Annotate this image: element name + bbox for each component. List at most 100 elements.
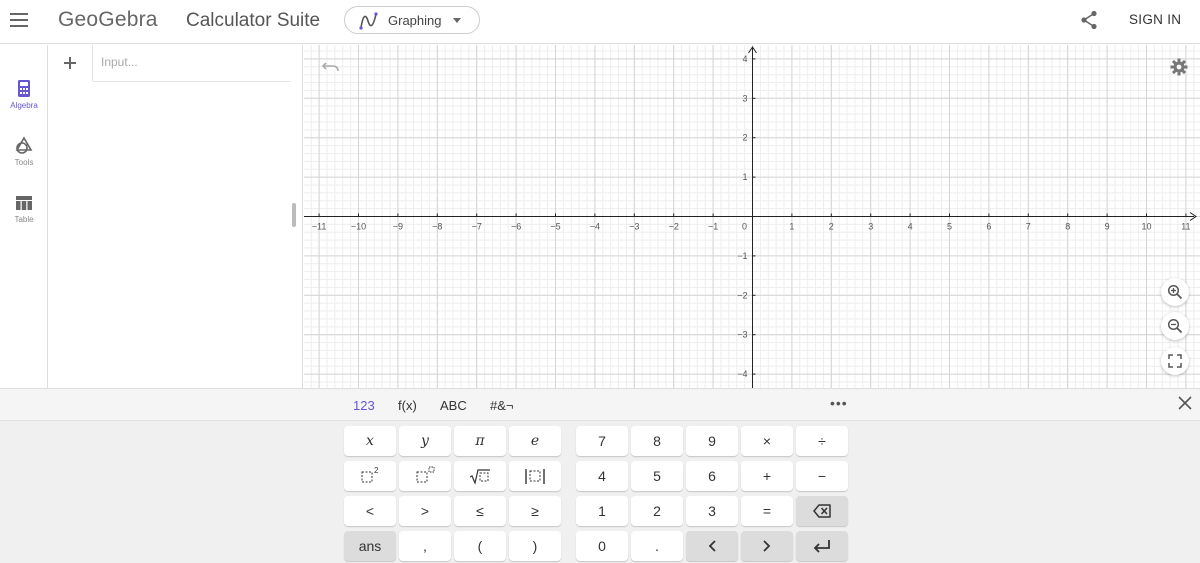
sidebar-item-table[interactable]: Table xyxy=(0,185,48,235)
key-y[interactable]: y xyxy=(399,426,451,456)
tools-icon xyxy=(15,136,33,154)
x-tick-label: 1 xyxy=(789,222,794,232)
sidebar-item-label: Table xyxy=(14,215,34,224)
square-icon: 2 xyxy=(361,466,379,483)
app-selector-button[interactable]: Graphing xyxy=(344,6,480,34)
abs-icon xyxy=(525,469,545,484)
fullscreen-button[interactable] xyxy=(1161,347,1189,375)
backspace-icon xyxy=(813,504,831,518)
key-5[interactable]: 5 xyxy=(631,461,683,491)
x-tick-label: −5 xyxy=(550,222,560,232)
left-rail: Algebra Tools Table xyxy=(0,45,48,388)
x-tick-label: −7 xyxy=(472,222,482,232)
x-tick-label: 2 xyxy=(829,222,834,232)
zoom-out-button[interactable] xyxy=(1161,312,1189,340)
plus-icon[interactable] xyxy=(49,45,93,81)
y-tick-label: 2 xyxy=(742,133,747,143)
zoom-in-button[interactable] xyxy=(1161,278,1189,306)
key-cursor-right[interactable] xyxy=(741,531,793,561)
zoom-in-icon xyxy=(1167,284,1183,300)
key-equals[interactable]: = xyxy=(741,496,793,526)
key-0[interactable]: 0 xyxy=(576,531,628,561)
keyboard-tab-bar: 123 f(x) ABC #&¬ ••• xyxy=(0,388,1200,421)
key-9[interactable]: 9 xyxy=(686,426,738,456)
chevron-left-icon xyxy=(708,540,716,552)
key-8[interactable]: 8 xyxy=(631,426,683,456)
y-tick-label: −4 xyxy=(737,369,747,379)
y-tick-label: −3 xyxy=(737,330,747,340)
sidebar-item-label: Tools xyxy=(14,158,34,167)
key-2[interactable]: 2 xyxy=(631,496,683,526)
key-multiply[interactable]: × xyxy=(741,426,793,456)
close-icon[interactable] xyxy=(1178,396,1192,410)
tab-symbols[interactable]: #&¬ xyxy=(490,398,514,413)
key-pi[interactable]: π xyxy=(454,426,506,456)
table-icon xyxy=(16,196,32,210)
gear-icon[interactable] xyxy=(1170,58,1188,76)
x-tick-label: −8 xyxy=(432,222,442,232)
key-plus[interactable]: + xyxy=(741,461,793,491)
key-greater-equal[interactable]: ≥ xyxy=(509,496,561,526)
sidebar-item-algebra[interactable]: Algebra xyxy=(0,71,48,121)
y-tick-label: 4 xyxy=(742,54,747,64)
key-6[interactable]: 6 xyxy=(686,461,738,491)
key-square[interactable]: 2 xyxy=(344,461,396,491)
undo-icon[interactable] xyxy=(322,59,340,73)
y-tick-label: −1 xyxy=(737,251,747,261)
power-icon xyxy=(416,466,435,483)
share-icon[interactable] xyxy=(1080,10,1098,30)
virtual-keyboard: x y π e 7 8 9 × ÷ 2 4 5 6 + − < > ≤ ≥ 1 … xyxy=(0,421,1200,563)
tab-123[interactable]: 123 xyxy=(353,398,375,413)
sidebar-item-label: Algebra xyxy=(10,101,38,110)
key-enter[interactable] xyxy=(796,531,848,561)
chevron-down-icon xyxy=(453,18,461,23)
key-divide[interactable]: ÷ xyxy=(796,426,848,456)
key-e[interactable]: e xyxy=(509,426,561,456)
algebra-input-row[interactable] xyxy=(93,45,291,82)
graphing-icon xyxy=(359,12,378,30)
key-ans[interactable]: ans xyxy=(344,531,396,561)
key-less-equal[interactable]: ≤ xyxy=(454,496,506,526)
key-comma[interactable]: , xyxy=(399,531,451,561)
key-x[interactable]: x xyxy=(344,426,396,456)
geogebra-logo[interactable]: GeoGebra xyxy=(58,8,158,32)
y-tick-label: 3 xyxy=(742,93,747,103)
key-less-than[interactable]: < xyxy=(344,496,396,526)
key-3[interactable]: 3 xyxy=(686,496,738,526)
x-tick-label: −9 xyxy=(393,222,403,232)
sign-in-button[interactable]: SIGN IN xyxy=(1129,12,1181,27)
key-backspace[interactable] xyxy=(796,496,848,526)
tab-abc[interactable]: ABC xyxy=(440,398,467,413)
tab-functions[interactable]: f(x) xyxy=(398,398,417,413)
coordinate-grid[interactable]: −11 −10 −9 −8 −7 −6 −5 −4 −3 −2 −1 0 1 2 3 4 5 6 7 8 9 10 1143… xyxy=(304,45,1200,388)
key-7[interactable]: 7 xyxy=(576,426,628,456)
more-keys-button[interactable]: ••• xyxy=(830,395,848,411)
x-tick-label: 6 xyxy=(986,222,991,232)
algebra-input[interactable] xyxy=(101,55,281,69)
y-tick-label: 1 xyxy=(742,172,747,182)
hamburger-icon[interactable] xyxy=(10,12,28,28)
key-abs[interactable] xyxy=(509,461,561,491)
key-close-paren[interactable]: ) xyxy=(509,531,561,561)
x-tick-label: 8 xyxy=(1065,222,1070,232)
key-sqrt[interactable] xyxy=(454,461,506,491)
panel-resize-handle[interactable] xyxy=(292,203,296,227)
x-tick-label: 5 xyxy=(947,222,952,232)
key-open-paren[interactable]: ( xyxy=(454,531,506,561)
key-4[interactable]: 4 xyxy=(576,461,628,491)
graphics-view[interactable]: −11 −10 −9 −8 −7 −6 −5 −4 −3 −2 −1 0 1 2 3 4 5 6 7 8 9 10 11 4 3… xyxy=(304,45,1200,388)
app-title: Calculator Suite xyxy=(186,10,321,31)
x-tick-label: 7 xyxy=(1026,222,1031,232)
key-greater-than[interactable]: > xyxy=(399,496,451,526)
calculator-icon xyxy=(18,80,30,97)
x-tick-label: 3 xyxy=(868,222,873,232)
key-decimal[interactable]: . xyxy=(631,531,683,561)
key-power[interactable] xyxy=(399,461,451,491)
key-minus[interactable]: − xyxy=(796,461,848,491)
x-tick-label: 11 xyxy=(1181,222,1190,232)
key-cursor-left[interactable] xyxy=(686,531,738,561)
svg-text:2: 2 xyxy=(374,466,379,475)
sidebar-item-tools[interactable]: Tools xyxy=(0,128,48,178)
algebra-panel xyxy=(49,45,303,388)
key-1[interactable]: 1 xyxy=(576,496,628,526)
